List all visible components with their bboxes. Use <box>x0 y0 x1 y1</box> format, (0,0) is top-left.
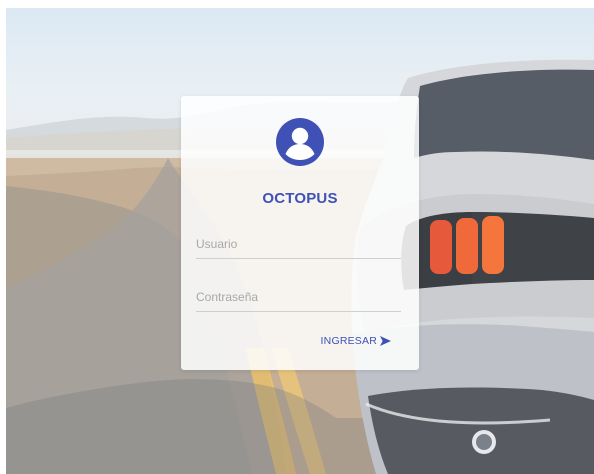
password-input[interactable] <box>196 285 401 312</box>
send-arrow-icon <box>380 336 391 346</box>
app-brand-title: OCTOPUS <box>262 190 338 207</box>
login-card: OCTOPUS INGRESAR <box>181 96 419 370</box>
login-submit-label: INGRESAR <box>320 335 377 347</box>
account-circle-icon <box>276 118 324 166</box>
login-screen: OCTOPUS INGRESAR <box>6 8 594 474</box>
login-submit-button[interactable]: INGRESAR <box>321 332 391 350</box>
username-input[interactable] <box>196 232 401 259</box>
